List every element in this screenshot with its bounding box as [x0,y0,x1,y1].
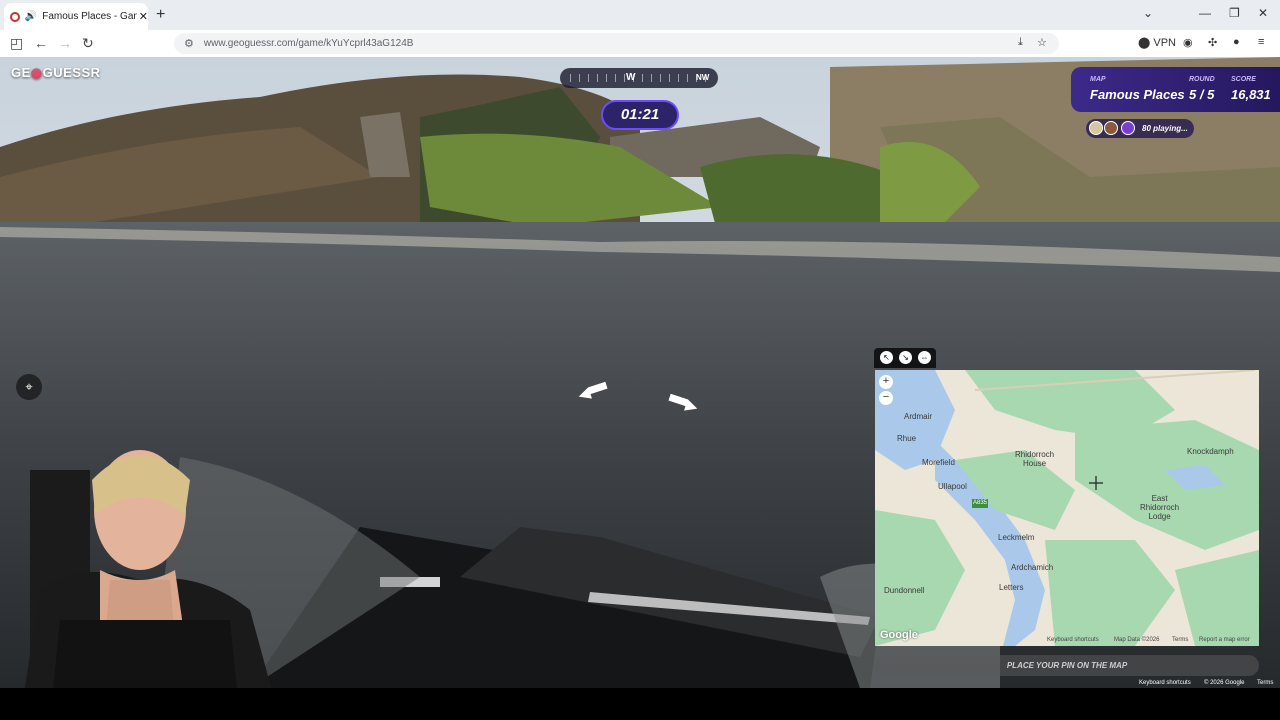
profile-icon[interactable]: ● [1233,36,1240,48]
player-avatar [1104,121,1118,135]
compass-northwest: NW [696,73,710,82]
score-value: 16,831 [1231,87,1271,102]
map-place-label: Ullapool [938,482,967,491]
logo-text-prefix: GE [11,65,31,80]
address-bar[interactable]: ⚙ www.geoguessr.com/game/kYuYcprl43aG124… [174,33,1059,54]
map-place-label: Ardchamich [1011,563,1054,572]
map-zoom-in-button[interactable]: + [879,375,893,389]
crosshair-cursor-icon [1089,476,1103,490]
player-avatar [1089,121,1103,135]
streamer-webcam [0,440,280,720]
minimize-button[interactable]: — [1199,6,1211,20]
map-place-label: Letters [999,583,1024,592]
page-footer-bar [0,688,1280,720]
terms-link[interactable]: Terms [1257,680,1273,686]
bookmark-star-icon[interactable]: ☆ [1037,36,1047,49]
menu-icon[interactable]: ≡ [1258,36,1264,48]
players-playing-text: 80 playing... [1142,124,1188,133]
map-shrink-icon[interactable]: ↘ [899,351,912,364]
map-size-controls: ↖ ↘ ⇔ [874,348,936,368]
map-report-error-link[interactable]: Report a map error [1199,637,1250,643]
game-status-panel: MAP Famous Places ROUND 5 / 5 SCORE 16,8… [1071,67,1280,112]
player-avatar [1121,121,1135,135]
map-keyboard-shortcuts-link[interactable]: Keyboard shortcuts [1047,637,1099,643]
map-place-label: Rhidorroch House [1015,450,1055,468]
reload-button[interactable]: ↻ [82,35,94,52]
keyboard-shortcuts-link[interactable]: Keyboard shortcuts [1139,680,1191,686]
score-label: SCORE [1231,76,1256,83]
round-timer: 01:21 [601,100,679,130]
map-label: MAP [1090,76,1106,83]
copyright-text: © 2026 Google [1204,680,1245,686]
map-place-label: East Rhidorroch Lodge [1140,494,1180,521]
map-value: Famous Places [1090,87,1185,102]
map-zoom-out-button[interactable]: − [879,391,893,405]
players-playing-badge[interactable]: 80 playing... [1086,119,1194,138]
back-button[interactable]: ← [34,35,48,51]
map-place-label: Leckmelm [998,533,1035,542]
webcam-image [20,450,280,720]
map-pin-icon[interactable]: ⇔ [918,351,931,364]
map-place-label: Knockdamph [1187,447,1234,456]
speaker-icon[interactable]: 🔊 [25,11,37,22]
logo-text-suffix: GUESSR [42,65,101,80]
shield-icon[interactable]: ◉ [1183,36,1193,49]
vpn-button[interactable]: ⬤ VPN [1138,36,1176,49]
geoguessr-favicon-icon [10,11,20,22]
close-window-button[interactable]: ✕ [1258,6,1268,20]
url-text: www.geoguessr.com/game/kYuYcprl43aG124B [203,38,414,49]
compass-ticks [570,74,710,82]
guess-map[interactable]: Ardmair Rhue Morefield Ullapool Rhidorro… [875,370,1259,646]
tab-title: Famous Places - Game - Ge [42,11,137,22]
google-logo: Google [880,629,918,641]
map-terms-link[interactable]: Terms [1172,637,1188,643]
round-value: 5 / 5 [1189,87,1215,102]
browser-nav-bar: ◰ ← → ↻ ⚙ www.geoguessr.com/game/kYuYcpr… [0,30,1280,58]
road-shield: A835 [972,499,989,508]
sidebar-toggle-icon[interactable]: ◰ [10,35,23,52]
maximize-button[interactable]: ❐ [1229,6,1240,20]
map-place-label: Dundonnell [884,586,925,595]
map-place-label: Morefield [922,458,955,467]
place-pin-button[interactable]: PLACE YOUR PIN ON THE MAP [875,655,1259,676]
tab-list-chevron-icon[interactable]: ⌄ [1143,6,1153,20]
geoguessr-logo[interactable]: GE◉GUESSR [11,65,101,81]
logo-pin-icon: ◉ [30,65,43,80]
browser-tab-bar: 🔊 Famous Places - Game - Ge ✕ + ⌄ — ❐ ✕ [0,0,1280,30]
vpn-label: VPN [1153,37,1176,49]
map-place-label: Ardmair [904,412,933,421]
map-expand-icon[interactable]: ↖ [880,351,893,364]
browser-tab[interactable]: 🔊 Famous Places - Game - Ge ✕ [4,3,148,30]
forward-button[interactable]: → [58,35,72,51]
compass-west: W [626,72,636,83]
site-info-icon[interactable]: ⚙ [184,37,194,50]
screenshot-icon[interactable]: ⤓ [1018,36,1023,49]
compass: W NW [560,68,718,88]
round-label: ROUND [1189,76,1215,83]
map-place-label: Rhue [897,434,917,443]
map-data-credit: Map Data ©2026 [1114,637,1160,643]
new-tab-button[interactable]: + [156,6,165,24]
tab-close-button[interactable]: ✕ [139,10,148,23]
extensions-icon[interactable]: ✣ [1208,36,1217,49]
location-pin-button[interactable]: ⌖ [16,374,42,400]
map-terrain [875,370,1259,646]
